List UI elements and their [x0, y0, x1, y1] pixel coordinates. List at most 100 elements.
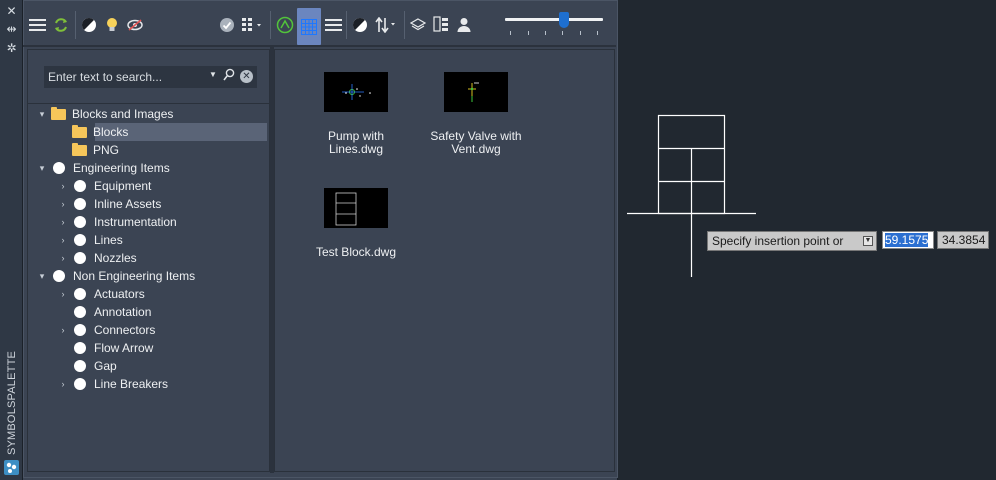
- tree-item[interactable]: Blocks: [58, 123, 128, 141]
- tree-item-label: Flow Arrow: [94, 341, 154, 355]
- contrast-icon[interactable]: [350, 13, 370, 37]
- tree-item[interactable]: › Line Breakers: [58, 375, 169, 393]
- check-icon[interactable]: [217, 13, 237, 37]
- collapse-arrow-icon[interactable]: ▾: [37, 271, 47, 282]
- circle-icon: [74, 234, 86, 246]
- search-icon[interactable]: [223, 68, 235, 85]
- circle-icon: [53, 270, 65, 282]
- zoom-slider[interactable]: [505, 18, 603, 21]
- drawing-canvas[interactable]: Specify insertion point or ▼ 59.1575 34.…: [619, 0, 996, 480]
- search-input[interactable]: [45, 67, 205, 87]
- tree-item[interactable]: Flow Arrow: [58, 339, 153, 357]
- tree-item[interactable]: › Lines: [58, 231, 123, 249]
- tree-item[interactable]: PNG: [58, 141, 119, 159]
- tree-item-label: Inline Assets: [94, 197, 162, 211]
- collapse-arrow-icon[interactable]: ▾: [37, 109, 47, 120]
- thumbnail-item[interactable]: Safety Valve with Vent.dwg: [426, 72, 526, 156]
- recent-symbols-icon[interactable]: [275, 13, 295, 37]
- grid-view-icon[interactable]: [297, 8, 321, 45]
- expand-arrow-icon[interactable]: ›: [58, 325, 68, 335]
- thumbnail-item[interactable]: Test Block.dwg: [306, 188, 406, 259]
- tree-item[interactable]: › Equipment: [58, 177, 152, 195]
- tree-item[interactable]: ▾ Blocks and Images: [37, 105, 173, 123]
- tree-item[interactable]: ▾ Engineering Items: [37, 159, 170, 177]
- tree-item-label: Blocks: [93, 125, 129, 139]
- folder-icon: [72, 124, 87, 138]
- thumbnail-name: Pump with Lines.dwg: [327, 129, 385, 156]
- tree-item-label: Lines: [94, 233, 123, 247]
- circle-icon: [74, 198, 86, 210]
- tree-item-label: Actuators: [94, 287, 145, 301]
- menu-icon[interactable]: [27, 13, 47, 37]
- circle-icon: [74, 378, 86, 390]
- x-coordinate-field[interactable]: 59.1575: [882, 231, 934, 249]
- tree-item-label: Nozzles: [94, 251, 137, 265]
- thumbnail-preview: [324, 188, 388, 228]
- circle-icon: [74, 180, 86, 192]
- symbols-palette: ▼ ✕ ▾ Blocks and Images Blocks PNG ▾ Engineer…: [23, 0, 618, 480]
- tree-item[interactable]: ▾ Non Engineering Items: [37, 267, 195, 285]
- auto-hide-icon[interactable]: ⇹: [4, 22, 19, 36]
- tree-item-label: Line Breakers: [94, 377, 169, 391]
- expand-arrow-icon[interactable]: ›: [58, 217, 68, 227]
- tree-item-label: Engineering Items: [73, 161, 170, 175]
- tree-item[interactable]: › Connectors: [58, 321, 156, 339]
- app-logo-icon[interactable]: [4, 460, 19, 475]
- tree-item[interactable]: Gap: [58, 357, 117, 375]
- tree-item[interactable]: › Inline Assets: [58, 195, 162, 213]
- refresh-icon[interactable]: [51, 13, 71, 37]
- hide-icon[interactable]: [125, 13, 145, 37]
- expand-arrow-icon[interactable]: ›: [58, 199, 68, 209]
- tree-item-label: Gap: [94, 359, 117, 373]
- search-dropdown-icon[interactable]: ▼: [209, 70, 217, 79]
- list-view-icon[interactable]: [323, 13, 343, 37]
- tree-item-label: Instrumentation: [94, 215, 177, 229]
- circle-icon: [74, 216, 86, 228]
- circle-icon: [74, 306, 86, 318]
- properties-icon[interactable]: ✲: [4, 41, 19, 55]
- expand-arrow-icon[interactable]: ›: [58, 289, 68, 299]
- layers-icon[interactable]: [408, 13, 428, 37]
- tree-item-label: Blocks and Images: [72, 107, 174, 121]
- attributes-icon[interactable]: [431, 13, 451, 37]
- prompt-text: Specify insertion point or: [712, 234, 844, 248]
- thumbnail-preview: [444, 72, 508, 112]
- view-options-icon[interactable]: [240, 13, 266, 37]
- search-box: ▼ ✕: [44, 66, 257, 88]
- circle-icon: [53, 162, 65, 174]
- tree-item[interactable]: Annotation: [58, 303, 151, 321]
- palette-vertical-title: SYMBOLSPALETTE: [5, 350, 18, 456]
- thumbnail-item[interactable]: Pump with Lines.dwg: [306, 72, 406, 156]
- circle-icon: [74, 252, 86, 264]
- expand-arrow-icon[interactable]: ›: [58, 181, 68, 191]
- collapse-arrow-icon[interactable]: ▾: [37, 163, 47, 174]
- thumbnail-preview: [324, 72, 388, 112]
- folder-icon: [51, 106, 66, 120]
- thumbnail-name: Safety Valve with Vent.dwg: [430, 129, 522, 156]
- tree-item[interactable]: › Instrumentation: [58, 213, 177, 231]
- prompt-options-icon[interactable]: ▼: [863, 236, 873, 246]
- tree-item-label: Equipment: [94, 179, 152, 193]
- expand-arrow-icon[interactable]: ›: [58, 379, 68, 389]
- zoom-slider-thumb[interactable]: [558, 12, 569, 28]
- palette-toolbar: [24, 1, 616, 46]
- symbol-thumbnail-grid: Pump with Lines.dwg Safety Valve with Ve…: [274, 49, 615, 472]
- tree-item-label: Connectors: [94, 323, 156, 337]
- tree-item-label: PNG: [93, 143, 120, 157]
- tree-item[interactable]: › Nozzles: [58, 249, 137, 267]
- close-icon[interactable]: ✕: [4, 4, 19, 18]
- sort-icon[interactable]: [373, 13, 399, 37]
- user-icon[interactable]: [454, 13, 474, 37]
- theme-toggle-icon[interactable]: [79, 13, 99, 37]
- tree-item[interactable]: › Actuators: [58, 285, 145, 303]
- circle-icon: [74, 360, 86, 372]
- circle-icon: [74, 342, 86, 354]
- clear-search-icon[interactable]: ✕: [240, 70, 253, 83]
- folder-icon: [72, 142, 87, 156]
- expand-arrow-icon[interactable]: ›: [58, 235, 68, 245]
- lightbulb-icon[interactable]: [102, 13, 122, 37]
- expand-arrow-icon[interactable]: ›: [58, 253, 68, 263]
- y-coordinate-field[interactable]: 34.3854: [937, 231, 989, 249]
- dynamic-input-prompt: Specify insertion point or ▼: [707, 231, 877, 251]
- palette-title-strip: ✕ ⇹ ✲ SYMBOLSPALETTE: [0, 0, 23, 480]
